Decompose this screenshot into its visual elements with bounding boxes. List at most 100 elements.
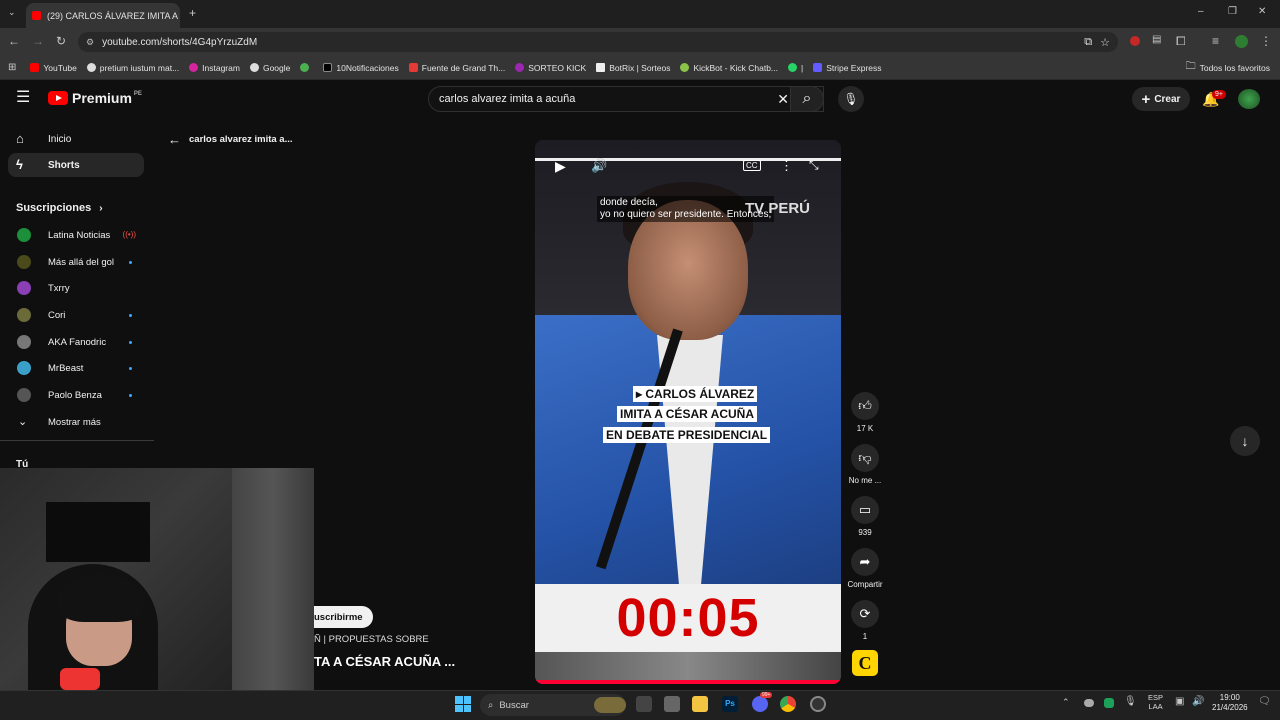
url-text[interactable]: youtube.com/shorts/4G4pYrzuZdM	[102, 37, 257, 48]
share-action[interactable]: ➦ Compartir	[847, 548, 883, 589]
sidebar-item-home[interactable]: ⌂ Inicio	[8, 127, 144, 151]
app-icon[interactable]	[664, 696, 680, 712]
close-window-icon[interactable]: ✕	[1258, 7, 1266, 17]
discord-icon[interactable]	[752, 696, 768, 712]
extension-red-icon[interactable]	[1130, 36, 1140, 46]
bookmark-colorful[interactable]	[300, 63, 313, 72]
install-app-icon[interactable]: ⧉	[1084, 36, 1092, 49]
home-icon: ⌂	[16, 131, 24, 146]
tray-chevron-icon[interactable]: ⌃	[1062, 698, 1070, 707]
bookmark-whatsapp[interactable]: |	[788, 63, 803, 73]
playback-progress[interactable]	[535, 680, 841, 684]
forward-icon[interactable]: →	[32, 35, 44, 47]
subscription-mrbeast[interactable]: MrBeast	[8, 356, 144, 380]
more-options-icon[interactable]: ⋮	[780, 158, 793, 174]
sidebar-item-shorts[interactable]: ϟ Shorts	[8, 153, 144, 177]
photoshop-icon[interactable]: Ps	[722, 696, 738, 712]
system-clock[interactable]: 19:00 21/4/2026	[1212, 693, 1248, 713]
closed-captions-icon[interactable]: CC	[743, 160, 761, 171]
subscription-cori[interactable]: Cori	[8, 303, 144, 327]
site-info-icon[interactable]: ⚙	[86, 37, 94, 48]
video-progress-bar[interactable]	[535, 158, 841, 161]
file-explorer-icon[interactable]	[692, 696, 708, 712]
remix-action[interactable]: ⟳ 1	[850, 600, 880, 641]
bookmark-sorteo-kick[interactable]: SORTEO KICK	[515, 63, 586, 73]
colorful-icon	[300, 63, 310, 72]
account-avatar[interactable]	[1238, 89, 1260, 109]
play-icon[interactable]: ▶	[555, 158, 566, 175]
bookmark-google[interactable]: Google	[249, 63, 290, 73]
tv-peru-watermark: TV PERÚ	[745, 200, 811, 217]
search-input[interactable]: carlos alvarez imita a acuña ✕	[428, 86, 824, 112]
restore-icon[interactable]: ❐	[1228, 7, 1237, 17]
bookmark-pretium[interactable]: pretium iustum mat...	[86, 63, 179, 73]
obs-icon[interactable]	[810, 696, 826, 712]
thumbs-down-icon[interactable]: 👎︎	[851, 444, 879, 472]
hamburger-menu-icon[interactable]: ☰	[16, 90, 30, 106]
shorts-video-player[interactable]: ▶ 🔊 CC ⋮ ⤡ donde decía, yo no quiero ser…	[535, 140, 841, 684]
subscriptions-header[interactable]: Suscripciones ›	[16, 202, 103, 214]
all-bookmarks[interactable]: 🗀 Todos los favoritos	[1186, 59, 1270, 76]
bookmark-star-icon[interactable]: ☆	[1100, 36, 1110, 49]
bookmark-grand-theft[interactable]: Fuente de Grand Th...	[408, 63, 505, 73]
microphone-tray-icon[interactable]: 🎙	[1124, 697, 1137, 707]
comment-icon[interactable]: ▭	[851, 496, 879, 524]
network-icon[interactable]: ▣	[1175, 697, 1184, 707]
reading-list-icon[interactable]: ≡	[1212, 35, 1219, 47]
dislike-action[interactable]: 👎︎ No me ...	[849, 444, 881, 485]
bookmark-stripe[interactable]: Stripe Express	[813, 63, 882, 73]
subscribe-button[interactable]: uscribirme	[314, 606, 373, 628]
fullscreen-icon[interactable]: ⤡	[809, 158, 819, 173]
subscription-txrry[interactable]: Txrry	[8, 276, 144, 300]
share-icon[interactable]: ➦	[851, 548, 879, 576]
omnibox[interactable]: ⚙ youtube.com/shorts/4G4pYrzuZdM ⧉ ☆	[78, 32, 1118, 52]
notification-center-icon[interactable]: 🗨	[1258, 697, 1271, 707]
bookmark-notificaciones[interactable]: 10Notificaciones	[323, 63, 399, 73]
search-button[interactable]: ⌕	[790, 86, 824, 112]
channel-thumbnail[interactable]: C	[852, 650, 878, 676]
voice-search-button[interactable]: 🎙	[838, 86, 864, 112]
reload-icon[interactable]: ↻	[56, 35, 66, 47]
youtube-logo[interactable]: Premium PE	[48, 90, 142, 106]
show-more-button[interactable]: ⌄ Mostrar más	[8, 410, 144, 434]
windows-start-icon[interactable]	[455, 696, 471, 712]
bookmark-youtube[interactable]: YouTube	[30, 63, 77, 73]
bookmarks-bar: ⊞ YouTube pretium iustum mat... Instagra…	[0, 56, 1280, 80]
create-button[interactable]: + Crear	[1132, 87, 1190, 111]
tray-app-icon[interactable]	[1104, 698, 1114, 708]
subscription-paolo-benza[interactable]: Paolo Benza	[8, 383, 144, 407]
subscription-aka-fanodric[interactable]: AKA Fanodric	[8, 330, 144, 354]
thumbs-up-icon[interactable]: 👍︎	[851, 392, 879, 420]
bookmark-instagram[interactable]: Instagram	[189, 63, 240, 73]
minimize-icon[interactable]: –	[1198, 7, 1204, 17]
next-short-button[interactable]: ↓	[1230, 426, 1260, 456]
apps-grid-icon[interactable]: ⊞	[8, 62, 16, 73]
taskbar-search[interactable]: ⌕ Buscar	[480, 694, 626, 716]
profile-avatar-icon[interactable]	[1235, 35, 1248, 48]
chrome-icon[interactable]	[780, 696, 796, 712]
short-title[interactable]: TA A CÉSAR ACUÑA ...	[314, 654, 455, 669]
back-icon[interactable]: ←	[8, 35, 20, 47]
browser-menu-icon[interactable]: ⋮	[1260, 35, 1272, 47]
volume-icon[interactable]: 🔊	[591, 158, 607, 174]
bookmark-botrix[interactable]: BotRix | Sorteos	[596, 63, 670, 73]
remix-icon[interactable]: ⟳	[851, 600, 879, 628]
clear-search-icon[interactable]: ✕	[777, 91, 789, 108]
shorts-back-row[interactable]: ← carlos alvarez imita a...	[168, 132, 293, 147]
browser-tab[interactable]: (29) CARLOS ÁLVAREZ IMITA A ✕	[26, 3, 180, 28]
task-view-icon[interactable]	[636, 696, 652, 712]
bookmark-kickbot[interactable]: KickBot - Kick Chatb...	[680, 63, 778, 73]
volume-tray-icon[interactable]: 🔊	[1192, 697, 1204, 707]
search-query[interactable]: carlos alvarez imita a acuña	[439, 93, 575, 105]
language-indicator[interactable]: ESP LAA	[1148, 693, 1163, 711]
onedrive-icon[interactable]	[1084, 699, 1094, 707]
extensions-puzzle-icon[interactable]: ⧠	[1176, 35, 1186, 47]
extension-icon[interactable]: ▤	[1152, 35, 1161, 45]
comments-action[interactable]: ▭ 939	[850, 496, 880, 537]
subscription-latina-noticias[interactable]: Latina Noticias ((•))	[8, 223, 144, 247]
subscription-mas-alla-del-gol[interactable]: Más allá del gol	[8, 250, 144, 274]
new-tab-icon[interactable]: +	[189, 7, 196, 19]
like-action[interactable]: 👍︎ 17 K	[850, 392, 880, 433]
tab-search-icon[interactable]: ⌄	[8, 8, 16, 17]
arrow-left-icon[interactable]: ←	[168, 132, 181, 147]
